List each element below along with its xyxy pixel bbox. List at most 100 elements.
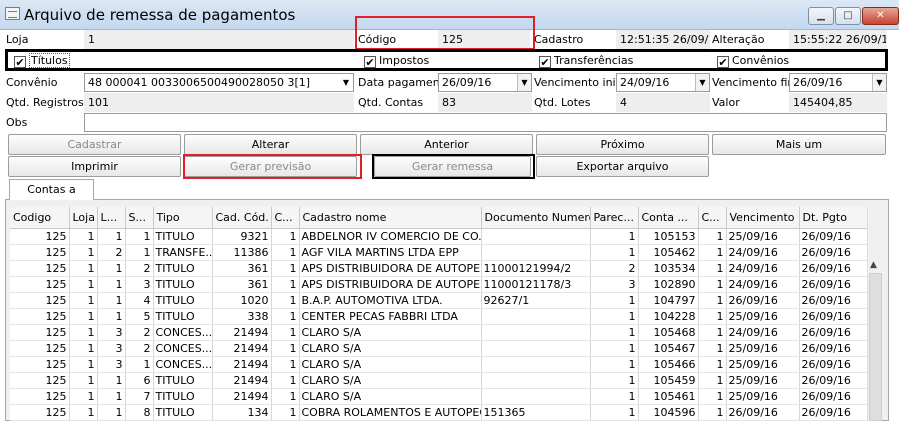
table-row[interactable]: 125 1 1 6 TITULO 21494 1 CLARO S/A 1 105459 1 25/09… <box>10 372 868 389</box>
column-header[interactable]: L... <box>97 207 126 229</box>
alterar-button[interactable]: Alterar <box>184 134 357 155</box>
table-cell: 1 <box>271 244 300 261</box>
table-row[interactable]: 125 1 1 1 TITULO 9321 1 ABDELNOR IV COMERCIO DE… <box>10 228 868 245</box>
check-icon: ✔ <box>364 56 376 69</box>
table-cell: TRANSFE... <box>153 244 213 261</box>
column-header[interactable]: C... <box>271 207 300 229</box>
table-cell: 3 <box>97 340 126 357</box>
table-cell: 1 <box>97 372 126 389</box>
table-cell: 25/09/16 <box>726 372 800 389</box>
convenio-select[interactable]: 48 000041 0033006500490028050 3[1] ▼ <box>84 73 354 92</box>
venc-final-field[interactable]: 26/09/16 ▼ <box>789 73 887 92</box>
table-cell: 3 <box>97 356 126 373</box>
table-row[interactable]: 125 1 1 8 TITULO 134 1 COBRA ROLAMENTOS E AUTOP… <box>10 404 868 421</box>
column-header[interactable]: Tipo <box>153 207 213 229</box>
column-header[interactable]: Conta ... <box>638 207 699 229</box>
table-scrollbar[interactable]: ▲ <box>867 207 882 421</box>
impostos-checkbox[interactable]: ✔ Impostos <box>364 54 429 68</box>
data-pagamento-field[interactable]: 26/09/16 ▼ <box>438 73 532 92</box>
column-header[interactable]: Codigo <box>10 207 70 229</box>
table-cell: 1 <box>698 340 727 357</box>
table-cell: 1 <box>271 308 300 325</box>
table-cell: 1 <box>69 324 98 341</box>
table-cell: 1 <box>698 260 727 277</box>
table-cell: 1 <box>590 340 639 357</box>
table-cell: 125 <box>10 324 70 341</box>
table-cell: 7 <box>125 388 154 405</box>
close-button[interactable]: ✕ <box>862 7 899 25</box>
table-cell: 1 <box>69 228 98 245</box>
loja-label: Loja <box>6 33 29 46</box>
column-header[interactable]: Cadastro nome <box>299 207 482 229</box>
tab-contas-a-pagar[interactable]: Contas a pagar <box>9 179 94 216</box>
qtd-registros-field[interactable]: 101 <box>84 93 354 112</box>
column-header[interactable]: Loja <box>69 207 98 229</box>
convenio-value: 48 000041 0033006500490028050 3[1] <box>88 76 311 89</box>
table-cell: COBRA ROLAMENTOS E AUTOPEC... <box>299 404 482 421</box>
proximo-button[interactable]: Próximo <box>536 134 709 155</box>
valor-field[interactable]: 145404,85 <box>789 93 887 112</box>
transferencias-checkbox[interactable]: ✔ Transferências <box>539 54 633 68</box>
scroll-thumb[interactable] <box>869 273 882 421</box>
table-cell <box>481 244 591 261</box>
cadastro-field[interactable]: 12:51:35 26/09/16 <box>616 30 710 49</box>
minimize-button[interactable]: ▁ <box>808 7 834 25</box>
table-cell: 1 <box>69 276 98 293</box>
table-cell: 3 <box>125 276 154 293</box>
table-cell: 26/09/16 <box>726 292 800 309</box>
table-row[interactable]: 125 1 1 2 TITULO 361 1 APS DISTRIBUIDORA DE AUT… <box>10 260 868 277</box>
table-cell: 104596 <box>638 404 699 421</box>
window-app-icon <box>5 7 20 20</box>
table-cell: 2 <box>125 324 154 341</box>
gerar-remessa-button[interactable]: Gerar remessa <box>374 156 531 177</box>
exportar-arquivo-button[interactable]: Exportar arquivo <box>536 156 709 177</box>
scroll-up-icon[interactable]: ▲ <box>870 260 877 270</box>
column-header[interactable]: Vencimento <box>726 207 800 229</box>
column-header[interactable]: Cad. Cód. <box>212 207 272 229</box>
column-header[interactable]: Dt. Pgto <box>799 207 868 229</box>
table-cell: 2 <box>125 260 154 277</box>
obs-input[interactable] <box>84 113 887 132</box>
table-cell: 3 <box>97 324 126 341</box>
table-cell: 1 <box>698 276 727 293</box>
column-header[interactable]: S... <box>125 207 154 229</box>
table-row[interactable]: 125 1 3 2 CONCES... 21494 1 CLARO S/A 1 105468 1 24… <box>10 324 868 341</box>
table-row[interactable]: 125 1 2 1 TRANSFE... 11386 1 AGF VILA MARTINS L… <box>10 244 868 261</box>
titulos-checkbox[interactable]: ✔ Títulos <box>14 53 70 68</box>
maximize-button[interactable]: □ <box>835 7 861 25</box>
convenios-checkbox[interactable]: ✔ Convênios <box>717 54 789 68</box>
data-pagamento-value: 26/09/16 <box>442 76 492 89</box>
table-cell: 1 <box>590 228 639 245</box>
table-cell: 1 <box>271 228 300 245</box>
cadastrar-button[interactable]: Cadastrar <box>8 134 181 155</box>
table-cell: 104797 <box>638 292 699 309</box>
qtd-lotes-field[interactable]: 4 <box>616 93 710 112</box>
table-row[interactable]: 125 1 1 7 TITULO 21494 1 CLARO S/A 1 105461 1 25/09… <box>10 388 868 405</box>
imprimir-button[interactable]: Imprimir <box>8 156 181 177</box>
table-row[interactable]: 125 1 1 5 TITULO 338 1 CENTER PECAS FABBRI LTDA… <box>10 308 868 325</box>
table-cell: 102890 <box>638 276 699 293</box>
table-cell: 26/09/16 <box>799 356 868 373</box>
anterior-button[interactable]: Anterior <box>360 134 533 155</box>
alteracao-field[interactable]: 15:55:22 26/09/16 <box>789 30 887 49</box>
codigo-field[interactable]: 125 <box>438 30 530 49</box>
codigo-label: Código <box>358 33 397 46</box>
table-cell: 1 <box>69 260 98 277</box>
column-header[interactable]: C... <box>698 207 727 229</box>
mais-um-button[interactable]: Mais um <box>712 134 886 155</box>
gerar-previsao-button[interactable]: Gerar previsão <box>184 156 357 177</box>
column-header[interactable]: Documento Numero <box>481 207 591 229</box>
venc-inicial-field[interactable]: 24/09/16 ▼ <box>616 73 710 92</box>
table-row[interactable]: 125 1 3 2 CONCES... 21494 1 CLARO S/A 1 105467 1 25… <box>10 340 868 357</box>
column-header[interactable]: Parec... <box>590 207 639 229</box>
table-cell: 361 <box>212 260 272 277</box>
loja-field[interactable]: 1 <box>84 30 354 49</box>
table-row[interactable]: 125 1 1 3 TITULO 361 1 APS DISTRIBUIDORA DE AUT… <box>10 276 868 293</box>
table-row[interactable]: 125 1 1 4 TITULO 1020 1 B.A.P. AUTOMOTIVA LTDA.… <box>10 292 868 309</box>
table-row[interactable]: 125 1 3 1 CONCES... 21494 1 CLARO S/A 1 105466 1 25… <box>10 356 868 373</box>
table-cell: 1 <box>271 292 300 309</box>
transferencias-label: Transferências <box>554 54 634 67</box>
table-cell: 1 <box>125 228 154 245</box>
table-cell: 105468 <box>638 324 699 341</box>
qtd-contas-field[interactable]: 83 <box>438 93 532 112</box>
